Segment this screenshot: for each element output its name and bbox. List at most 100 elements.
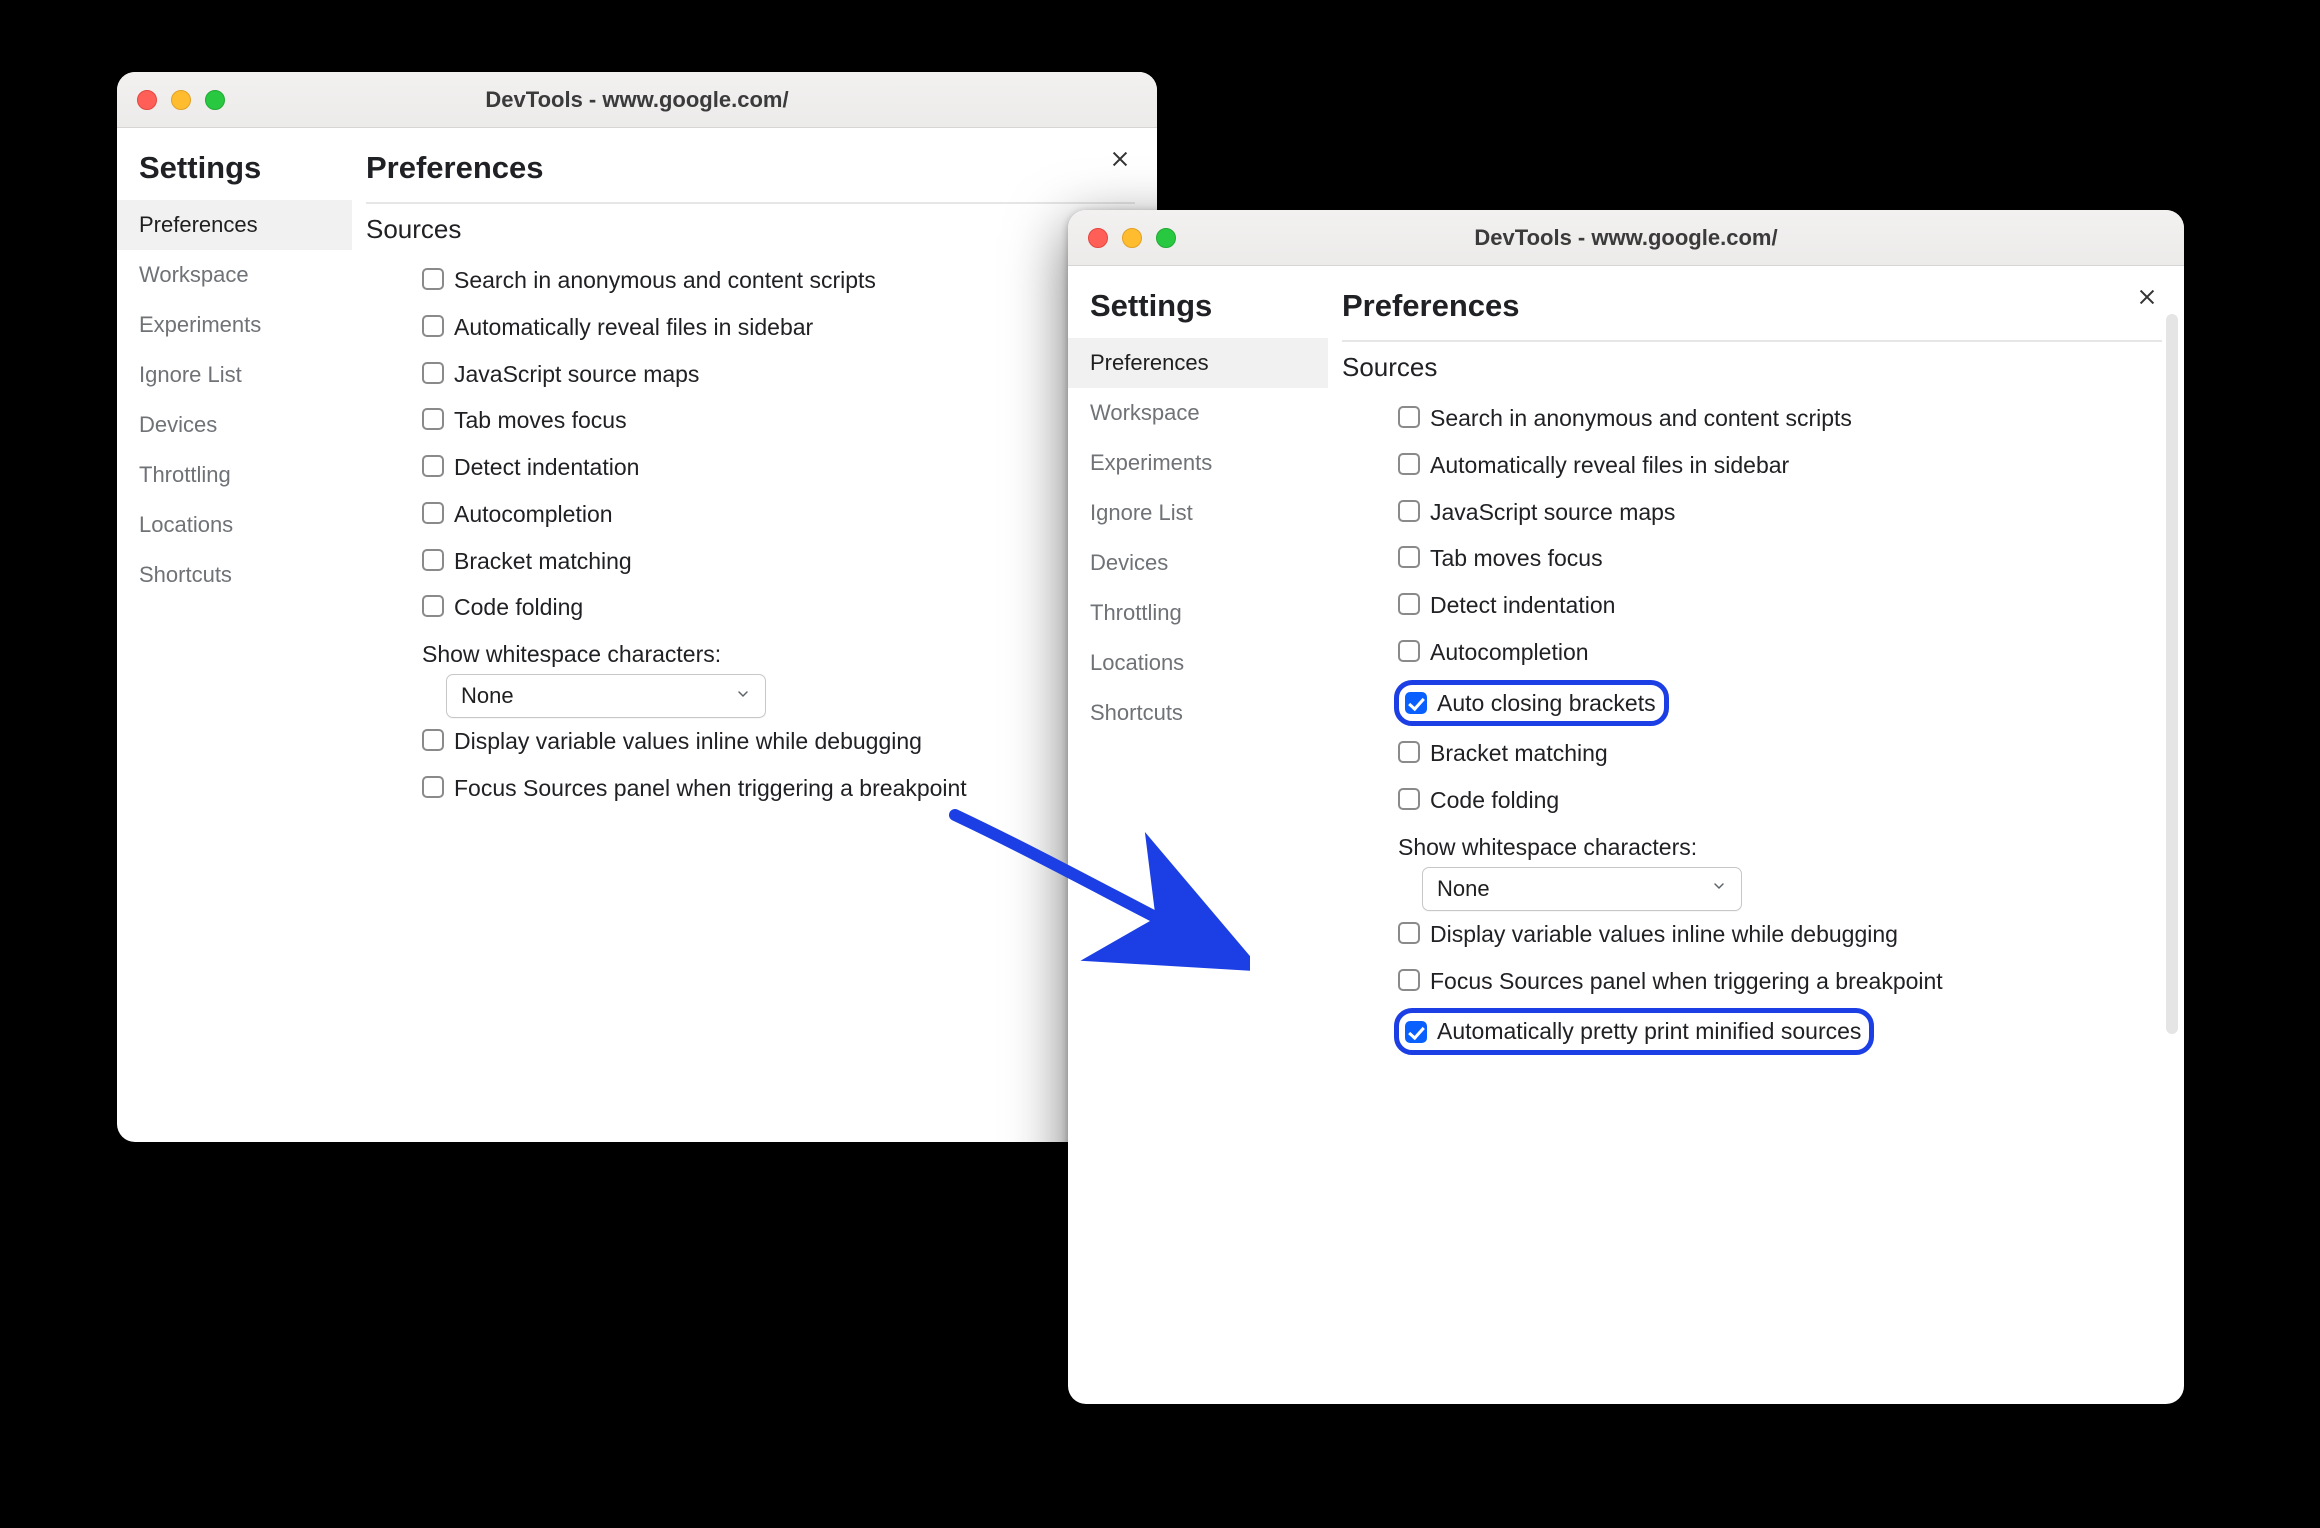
sidebar-item-experiments[interactable]: Experiments <box>1068 438 1328 488</box>
window-title: DevTools - www.google.com/ <box>1068 225 2184 251</box>
checkbox-option[interactable]: Autocompletion <box>418 491 1135 538</box>
minimize-window-icon[interactable] <box>171 90 191 110</box>
whitespace-select[interactable]: None <box>1422 867 1742 911</box>
checkbox-label: Search in anonymous and content scripts <box>454 266 876 295</box>
close-window-icon[interactable] <box>1088 228 1108 248</box>
checkbox-option[interactable]: Automatically pretty print minified sour… <box>1394 1008 1874 1055</box>
checkbox-icon[interactable] <box>422 729 444 751</box>
sidebar-item-preferences[interactable]: Preferences <box>117 200 352 250</box>
checkbox-option[interactable]: Detect indentation <box>418 444 1135 491</box>
preferences-panel: Preferences Sources Search in anonymous … <box>1328 266 2184 1404</box>
checkbox-option[interactable]: Display variable values inline while deb… <box>418 718 1135 765</box>
checkbox-option[interactable]: JavaScript source maps <box>418 351 1135 398</box>
sidebar-item-workspace[interactable]: Workspace <box>1068 388 1328 438</box>
checkbox-label: Search in anonymous and content scripts <box>1430 404 1852 433</box>
zoom-window-icon[interactable] <box>1156 228 1176 248</box>
checkbox-label: Bracket matching <box>454 547 632 576</box>
checkbox-icon[interactable] <box>1398 788 1420 810</box>
checkbox-label: JavaScript source maps <box>454 360 699 389</box>
checkbox-icon[interactable] <box>1405 1021 1427 1043</box>
devtools-window-before: DevTools - www.google.com/ Settings Pref… <box>117 72 1157 1142</box>
checkbox-option[interactable]: Search in anonymous and content scripts <box>1394 395 2162 442</box>
checkbox-icon[interactable] <box>422 315 444 337</box>
checkbox-option[interactable]: Tab moves focus <box>418 397 1135 444</box>
checkbox-option[interactable]: Focus Sources panel when triggering a br… <box>418 765 1135 812</box>
preferences-panel: Preferences Sources Search in anonymous … <box>352 128 1157 1142</box>
chevron-down-icon <box>735 686 751 707</box>
whitespace-select[interactable]: None <box>446 674 766 718</box>
sidebar-item-shortcuts[interactable]: Shortcuts <box>1068 688 1328 738</box>
checkbox-label: Code folding <box>1430 786 1559 815</box>
devtools-window-after: DevTools - www.google.com/ Settings Pref… <box>1068 210 2184 1404</box>
checkbox-icon[interactable] <box>422 549 444 571</box>
traffic-lights <box>137 90 225 110</box>
checkbox-icon[interactable] <box>1398 640 1420 662</box>
checkbox-option[interactable]: Search in anonymous and content scripts <box>418 257 1135 304</box>
titlebar: DevTools - www.google.com/ <box>117 72 1157 128</box>
titlebar: DevTools - www.google.com/ <box>1068 210 2184 266</box>
sidebar-item-experiments[interactable]: Experiments <box>117 300 352 350</box>
checkbox-icon[interactable] <box>422 408 444 430</box>
window-title: DevTools - www.google.com/ <box>117 87 1157 113</box>
checkbox-option[interactable]: Code folding <box>418 584 1135 631</box>
checkbox-label: Focus Sources panel when triggering a br… <box>454 774 967 803</box>
settings-sidebar: Settings PreferencesWorkspaceExperiments… <box>117 128 352 1142</box>
checkbox-icon[interactable] <box>1398 969 1420 991</box>
sidebar-item-locations[interactable]: Locations <box>1068 638 1328 688</box>
settings-sidebar: Settings PreferencesWorkspaceExperiments… <box>1068 266 1328 1404</box>
sidebar-item-devices[interactable]: Devices <box>117 400 352 450</box>
sidebar-item-ignore-list[interactable]: Ignore List <box>1068 488 1328 538</box>
checkbox-icon[interactable] <box>1398 922 1420 944</box>
checkbox-icon[interactable] <box>422 268 444 290</box>
checkbox-option[interactable]: Bracket matching <box>1394 730 2162 777</box>
checkbox-icon[interactable] <box>422 502 444 524</box>
checkbox-label: JavaScript source maps <box>1430 498 1675 527</box>
checkbox-icon[interactable] <box>1405 692 1427 714</box>
checkbox-icon[interactable] <box>422 455 444 477</box>
checkbox-label: Autocompletion <box>1430 638 1589 667</box>
checkbox-label: Automatically reveal files in sidebar <box>454 313 813 342</box>
sources-heading: Sources <box>366 214 1135 245</box>
checkbox-option[interactable]: Automatically reveal files in sidebar <box>1394 442 2162 489</box>
checkbox-option[interactable]: Automatically reveal files in sidebar <box>418 304 1135 351</box>
sidebar-item-throttling[interactable]: Throttling <box>117 450 352 500</box>
checkbox-icon[interactable] <box>422 595 444 617</box>
sidebar-item-shortcuts[interactable]: Shortcuts <box>117 550 352 600</box>
preferences-heading: Preferences <box>1342 288 2162 342</box>
sidebar-item-locations[interactable]: Locations <box>117 500 352 550</box>
checkbox-option[interactable]: Bracket matching <box>418 538 1135 585</box>
sidebar-item-preferences[interactable]: Preferences <box>1068 338 1328 388</box>
settings-heading: Settings <box>1068 288 1328 338</box>
sidebar-item-devices[interactable]: Devices <box>1068 538 1328 588</box>
sidebar-item-throttling[interactable]: Throttling <box>1068 588 1328 638</box>
scrollbar[interactable] <box>2166 314 2178 1034</box>
checkbox-icon[interactable] <box>1398 406 1420 428</box>
checkbox-icon[interactable] <box>1398 453 1420 475</box>
select-value: None <box>1437 876 1490 902</box>
checkbox-option[interactable]: Focus Sources panel when triggering a br… <box>1394 958 2162 1005</box>
checkbox-label: Focus Sources panel when triggering a br… <box>1430 967 1943 996</box>
checkbox-option[interactable]: Tab moves focus <box>1394 535 2162 582</box>
checkbox-option[interactable]: Detect indentation <box>1394 582 2162 629</box>
minimize-window-icon[interactable] <box>1122 228 1142 248</box>
checkbox-icon[interactable] <box>1398 741 1420 763</box>
checkbox-label: Display variable values inline while deb… <box>454 727 922 756</box>
checkbox-icon[interactable] <box>1398 546 1420 568</box>
checkbox-option[interactable]: Display variable values inline while deb… <box>1394 911 2162 958</box>
checkbox-icon[interactable] <box>1398 500 1420 522</box>
checkbox-icon[interactable] <box>1398 593 1420 615</box>
checkbox-icon[interactable] <box>422 362 444 384</box>
checkbox-option[interactable]: Autocompletion <box>1394 629 2162 676</box>
checkbox-option[interactable]: Auto closing brackets <box>1394 680 1669 727</box>
close-window-icon[interactable] <box>137 90 157 110</box>
checkbox-label: Automatically reveal files in sidebar <box>1430 451 1789 480</box>
sidebar-item-ignore-list[interactable]: Ignore List <box>117 350 352 400</box>
sidebar-item-workspace[interactable]: Workspace <box>117 250 352 300</box>
checkbox-label: Auto closing brackets <box>1437 689 1656 718</box>
checkbox-option[interactable]: Code folding <box>1394 777 2162 824</box>
checkbox-label: Automatically pretty print minified sour… <box>1437 1017 1861 1046</box>
checkbox-option[interactable]: JavaScript source maps <box>1394 489 2162 536</box>
checkbox-icon[interactable] <box>422 776 444 798</box>
zoom-window-icon[interactable] <box>205 90 225 110</box>
checkbox-label: Autocompletion <box>454 500 613 529</box>
